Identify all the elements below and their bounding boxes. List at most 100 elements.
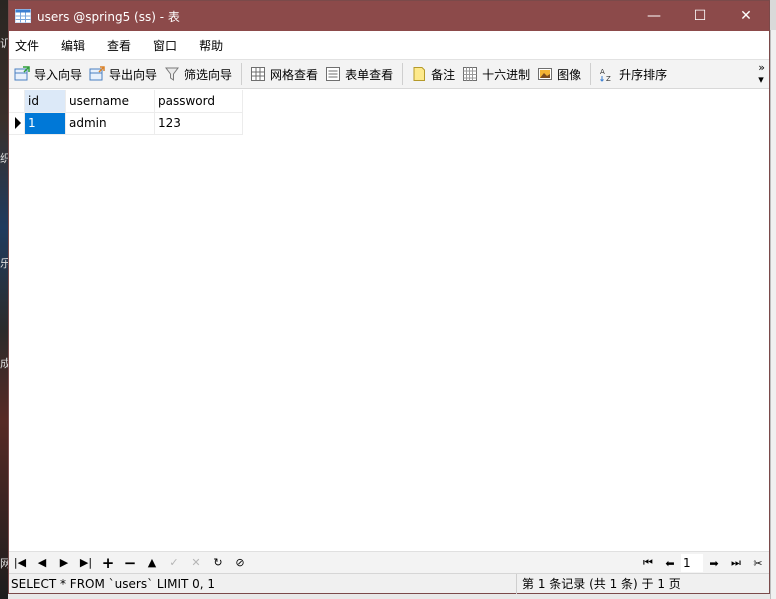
next-record-button[interactable]: ▶ — [53, 553, 75, 573]
chevron-double-icon: » — [758, 61, 765, 74]
menu-bar: 文件 编辑 查看 窗口 帮助 — [9, 31, 769, 59]
next-page-button[interactable]: ➡ — [703, 553, 725, 573]
record-navigation-bar: |◀ ◀ ▶ ▶| + − ▲ ✓ ✕ ↻ ⊘ ⏮ ⬅ ➡ ⏭ ✂ — [9, 551, 769, 573]
maximize-button[interactable]: ☐ — [677, 1, 723, 31]
column-header-username[interactable]: username — [65, 90, 155, 113]
form-icon — [326, 67, 341, 81]
export-wizard-button[interactable]: 导出向导 — [86, 61, 161, 87]
arrow-left-icon: ⬅ — [665, 556, 675, 570]
status-record-info: 第 1 条记录 (共 1 条) 于 1 页 — [522, 577, 681, 591]
first-page-button[interactable]: ⏮ — [637, 553, 659, 573]
last-page-icon: ⏭ — [731, 556, 741, 569]
image-label: 图像 — [557, 67, 582, 82]
last-record-button[interactable]: ▶| — [75, 553, 97, 573]
next-icon: ▶ — [59, 556, 69, 569]
toolbar-separator — [590, 63, 592, 85]
desktop-fragment: 网 — [0, 557, 8, 570]
column-header-id[interactable]: id — [24, 90, 66, 113]
status-bar: SELECT * FROM `users` LIMIT 0, 1 第 1 条记录… — [9, 573, 769, 594]
export-icon — [89, 66, 105, 81]
hex-button[interactable]: 十六进制 — [459, 61, 534, 87]
close-button[interactable]: ✕ — [723, 1, 769, 31]
minus-icon: − — [123, 553, 137, 572]
toolbar-separator — [402, 63, 404, 85]
desktop-fragment: 成 — [0, 357, 8, 370]
toolbar-overflow-button[interactable]: » ▾ — [758, 62, 765, 86]
pager: ⏮ ⬅ ➡ ⏭ ✂ — [637, 552, 769, 574]
desktop-fragment: 乐 — [0, 257, 8, 270]
filter-wizard-label: 筛选向导 — [184, 67, 233, 82]
svg-text:Z: Z — [606, 75, 611, 82]
import-icon — [14, 66, 30, 81]
hex-label: 十六进制 — [482, 67, 531, 82]
check-icon: ✓ — [169, 556, 179, 569]
discard-changes-button[interactable]: ✕ — [185, 553, 207, 573]
page-number-input[interactable] — [681, 554, 703, 572]
last-page-button[interactable]: ⏭ — [725, 553, 747, 573]
row-indicator — [9, 112, 25, 135]
grid-icon — [251, 67, 266, 81]
import-wizard-button[interactable]: 导入向导 — [11, 61, 86, 87]
grid-view-button[interactable]: 网格查看 — [247, 61, 322, 87]
cross-icon: ✕ — [191, 556, 201, 569]
desktop-fragment: 织 — [0, 152, 8, 165]
first-record-button[interactable]: |◀ — [9, 553, 31, 573]
funnel-icon — [165, 67, 180, 81]
table-icon — [15, 9, 31, 23]
desktop-fragment: 讥 — [0, 37, 8, 50]
cell-password[interactable]: 123 — [154, 112, 243, 135]
data-grid: id username password 1 admin 123 — [9, 90, 769, 551]
edit-record-button[interactable]: ▲ — [141, 553, 163, 573]
svg-text:A: A — [600, 68, 605, 76]
table-window: users @spring5 (ss) - 表 — ☐ ✕ 文件 编辑 查看 窗… — [8, 0, 770, 594]
menu-help[interactable]: 帮助 — [197, 37, 237, 54]
menu-view[interactable]: 查看 — [105, 37, 145, 54]
plus-icon: + — [101, 553, 115, 572]
column-header-password[interactable]: password — [154, 90, 243, 113]
memo-label: 备注 — [431, 67, 456, 82]
hex-grid-icon — [463, 67, 478, 81]
import-wizard-label: 导入向导 — [34, 67, 83, 82]
sort-ascending-button[interactable]: A Z 升序排序 — [596, 61, 671, 87]
page-settings-button[interactable]: ✂ — [747, 553, 769, 573]
table-row[interactable]: 1 admin 123 — [9, 112, 243, 135]
cell-username[interactable]: admin — [65, 112, 155, 135]
image-icon — [538, 68, 553, 80]
window-title: users @spring5 (ss) - 表 — [37, 9, 180, 24]
sort-ascending-icon: A Z — [600, 68, 611, 82]
memo-button[interactable]: 备注 — [408, 61, 459, 87]
minimize-button[interactable]: — — [631, 1, 677, 31]
up-triangle-icon: ▲ — [147, 556, 157, 569]
sort-ascending-label: 升序排序 — [619, 67, 668, 82]
refresh-button[interactable]: ↻ — [207, 553, 229, 573]
desktop-background-right — [770, 30, 776, 599]
apply-changes-button[interactable]: ✓ — [163, 553, 185, 573]
stop-icon: ⊘ — [235, 556, 245, 569]
current-row-arrow-icon — [15, 117, 21, 129]
previous-icon: ◀ — [37, 556, 47, 569]
desktop-background-left — [0, 0, 8, 599]
grid-view-label: 网格查看 — [270, 67, 319, 82]
image-button[interactable]: 图像 — [534, 61, 585, 87]
grid-header-row: id username password — [9, 90, 243, 113]
first-icon: |◀ — [13, 556, 27, 569]
menu-file[interactable]: 文件 — [13, 37, 53, 54]
filter-wizard-button[interactable]: 筛选向导 — [161, 61, 236, 87]
tools-icon: ✂ — [753, 556, 763, 570]
stop-button[interactable]: ⊘ — [229, 553, 251, 573]
last-icon: ▶| — [79, 556, 93, 569]
menu-edit[interactable]: 编辑 — [59, 37, 99, 54]
form-view-button[interactable]: 表单查看 — [322, 61, 397, 87]
previous-page-button[interactable]: ⬅ — [659, 553, 681, 573]
status-sql-query: SELECT * FROM `users` LIMIT 0, 1 — [9, 573, 517, 594]
previous-record-button[interactable]: ◀ — [31, 553, 53, 573]
delete-record-button[interactable]: − — [119, 553, 141, 573]
toolbar: 导入向导 导出向导 筛选向导 网格查看 表单查看 备注 十六进制 图像 A Z … — [9, 59, 769, 89]
title-bar[interactable]: users @spring5 (ss) - 表 — ☐ ✕ — [9, 1, 769, 31]
minimize-icon: — — [647, 8, 661, 24]
refresh-icon: ↻ — [213, 556, 223, 569]
menu-window[interactable]: 窗口 — [151, 37, 191, 54]
cell-id[interactable]: 1 — [24, 112, 66, 135]
row-indicator-header — [9, 90, 25, 113]
add-record-button[interactable]: + — [97, 553, 119, 573]
